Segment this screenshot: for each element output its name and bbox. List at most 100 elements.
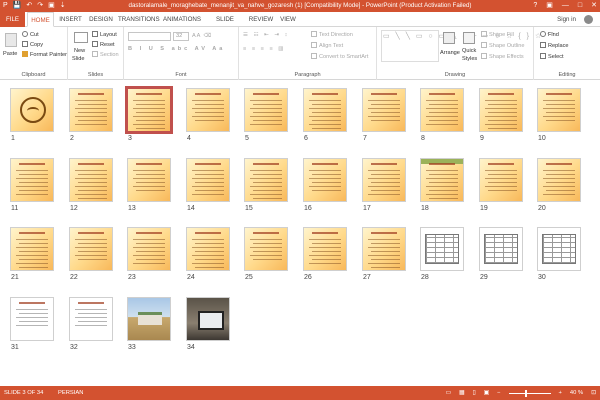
slide-thumbnail[interactable]: [244, 88, 288, 132]
layout-button[interactable]: Layout: [92, 31, 117, 39]
slide-thumbnail[interactable]: [186, 158, 230, 202]
align-text-button[interactable]: Align Text: [311, 42, 343, 50]
slide-thumbnail[interactable]: [420, 158, 464, 202]
zoom-out-button[interactable]: −: [497, 386, 500, 400]
slide-thumbnail[interactable]: [125, 86, 173, 134]
slide-thumbnail[interactable]: [537, 158, 581, 202]
list-buttons[interactable]: ☰ ☷ ⇤ ⇥ ↕: [243, 31, 289, 39]
slide-thumbnail[interactable]: [303, 88, 347, 132]
slide-thumbnail[interactable]: [479, 88, 523, 132]
reset-button[interactable]: Reset: [92, 41, 115, 49]
paste-button[interactable]: Paste: [3, 50, 17, 58]
tab-review[interactable]: REVIEW: [248, 12, 274, 27]
close-button[interactable]: ✕: [591, 0, 597, 12]
slide-thumbnail[interactable]: [362, 227, 406, 271]
new-slide-button-line2[interactable]: Slide: [72, 55, 84, 63]
font-name-box[interactable]: [128, 32, 171, 41]
thumbnail-tline: [78, 120, 107, 121]
language-indicator[interactable]: PERSIAN: [58, 386, 83, 400]
slide-thumbnail[interactable]: [479, 227, 523, 271]
fit-to-window-icon[interactable]: ⊡: [591, 386, 596, 400]
slide-thumbnail[interactable]: [537, 227, 581, 271]
thumbnail-tline: [371, 259, 400, 260]
slide-thumbnail[interactable]: [10, 227, 54, 271]
shape-fill-button[interactable]: Shape Fill: [481, 31, 514, 39]
slide-thumbnail[interactable]: [69, 297, 113, 341]
thumbnail-tline: [195, 112, 224, 113]
font-size-buttons[interactable]: A A ⌫: [192, 32, 211, 40]
slide-thumbnail[interactable]: [420, 88, 464, 132]
new-slide-icon[interactable]: [74, 32, 88, 43]
slide-thumbnail[interactable]: [127, 297, 171, 341]
text-direction-button[interactable]: Text Direction: [311, 31, 353, 39]
thumbnail-tline: [78, 259, 107, 260]
minimize-button[interactable]: —: [562, 0, 569, 12]
arrange-icon[interactable]: [443, 32, 455, 44]
quick-styles-button[interactable]: Quick: [462, 47, 476, 55]
quick-styles-button-line2[interactable]: Styles: [462, 55, 477, 63]
zoom-in-button[interactable]: +: [559, 386, 562, 400]
section-button[interactable]: Section: [92, 51, 119, 59]
zoom-slider[interactable]: [508, 389, 551, 397]
replace-button[interactable]: Replace: [540, 42, 569, 50]
reading-view-icon[interactable]: ▯: [472, 386, 475, 400]
slide-thumbnail[interactable]: [303, 158, 347, 202]
user-avatar-icon[interactable]: [584, 15, 593, 24]
shape-outline-button[interactable]: Shape Outline: [481, 42, 524, 50]
slide-thumbnail[interactable]: [10, 297, 54, 341]
slide-thumbnail[interactable]: [186, 297, 230, 341]
alignment-buttons[interactable]: ≡ ≡ ≡ ≡ ▥: [243, 45, 286, 53]
thumbnail-tline: [253, 104, 282, 105]
slide-thumbnail[interactable]: [10, 158, 54, 202]
cut-button[interactable]: Cut: [22, 31, 39, 39]
thumbnail-tline: [488, 128, 517, 129]
slide-thumbnail[interactable]: [362, 158, 406, 202]
slide-thumbnail[interactable]: [69, 158, 113, 202]
slide-thumbnail[interactable]: [127, 227, 171, 271]
copy-button[interactable]: Copy: [22, 41, 43, 49]
slideshow-view-icon[interactable]: ▣: [484, 386, 489, 400]
slide-thumbnail[interactable]: [244, 227, 288, 271]
tab-file[interactable]: FILE: [0, 12, 25, 27]
new-slide-button[interactable]: New: [74, 47, 85, 55]
slide-thumbnail[interactable]: [69, 227, 113, 271]
sign-in-link[interactable]: Sign in: [557, 12, 576, 27]
slide-thumbnail[interactable]: [10, 88, 54, 132]
zoom-level[interactable]: 40 %: [570, 386, 583, 400]
slide-thumbnail[interactable]: [479, 158, 523, 202]
shapes-gallery[interactable]: ▭ ╲ ╲ ▭ ○ ▭ △ ⌐ ⌐ ⇨ ⇩ ☆ { } ☆ ⌒: [381, 30, 554, 62]
slide-thumbnail[interactable]: [186, 88, 230, 132]
font-format-buttons[interactable]: B I U S abc AV Aa: [128, 45, 225, 53]
select-button[interactable]: Select: [540, 53, 564, 61]
arrange-button[interactable]: Arrange: [440, 49, 460, 57]
convert-smartart-button[interactable]: Convert to SmartArt: [311, 53, 368, 61]
tab-view[interactable]: VIEW: [277, 12, 299, 27]
ribbon-display-options-icon[interactable]: ▣: [546, 0, 553, 12]
slide-thumbnail[interactable]: [186, 227, 230, 271]
slide-thumbnail[interactable]: [362, 88, 406, 132]
maximize-button[interactable]: □: [578, 0, 582, 12]
tab-animations[interactable]: ANIMATIONS: [162, 12, 202, 27]
tab-slideshow[interactable]: SLIDE SHOW: [206, 12, 244, 38]
paste-icon[interactable]: [5, 33, 17, 47]
slide-thumbnail[interactable]: [127, 158, 171, 202]
tab-home[interactable]: HOME: [27, 12, 54, 27]
quick-styles-icon[interactable]: [463, 32, 475, 44]
slide-thumbnail[interactable]: [303, 227, 347, 271]
tab-insert[interactable]: INSERT: [57, 12, 84, 27]
shape-effects-button[interactable]: Shape Effects: [481, 53, 524, 61]
slide-thumbnail[interactable]: [420, 227, 464, 271]
help-icon[interactable]: ?: [533, 0, 537, 12]
slide-sorter-view-icon[interactable]: ▦: [459, 386, 464, 400]
format-painter-button[interactable]: Format Painter: [22, 51, 67, 59]
font-size-box[interactable]: 32: [173, 32, 189, 41]
slide-thumbnail[interactable]: [244, 158, 288, 202]
slide-thumbnail[interactable]: [537, 88, 581, 132]
tab-design[interactable]: DESIGN: [87, 12, 115, 27]
thumbnail-ttitle: [312, 163, 338, 165]
find-button[interactable]: Find: [540, 31, 559, 39]
slide-thumbnail[interactable]: [69, 88, 113, 132]
zoom-slider-knob[interactable]: [524, 389, 527, 397]
tab-transitions[interactable]: TRANSITIONS: [118, 12, 160, 27]
normal-view-icon[interactable]: ▭: [445, 386, 450, 400]
